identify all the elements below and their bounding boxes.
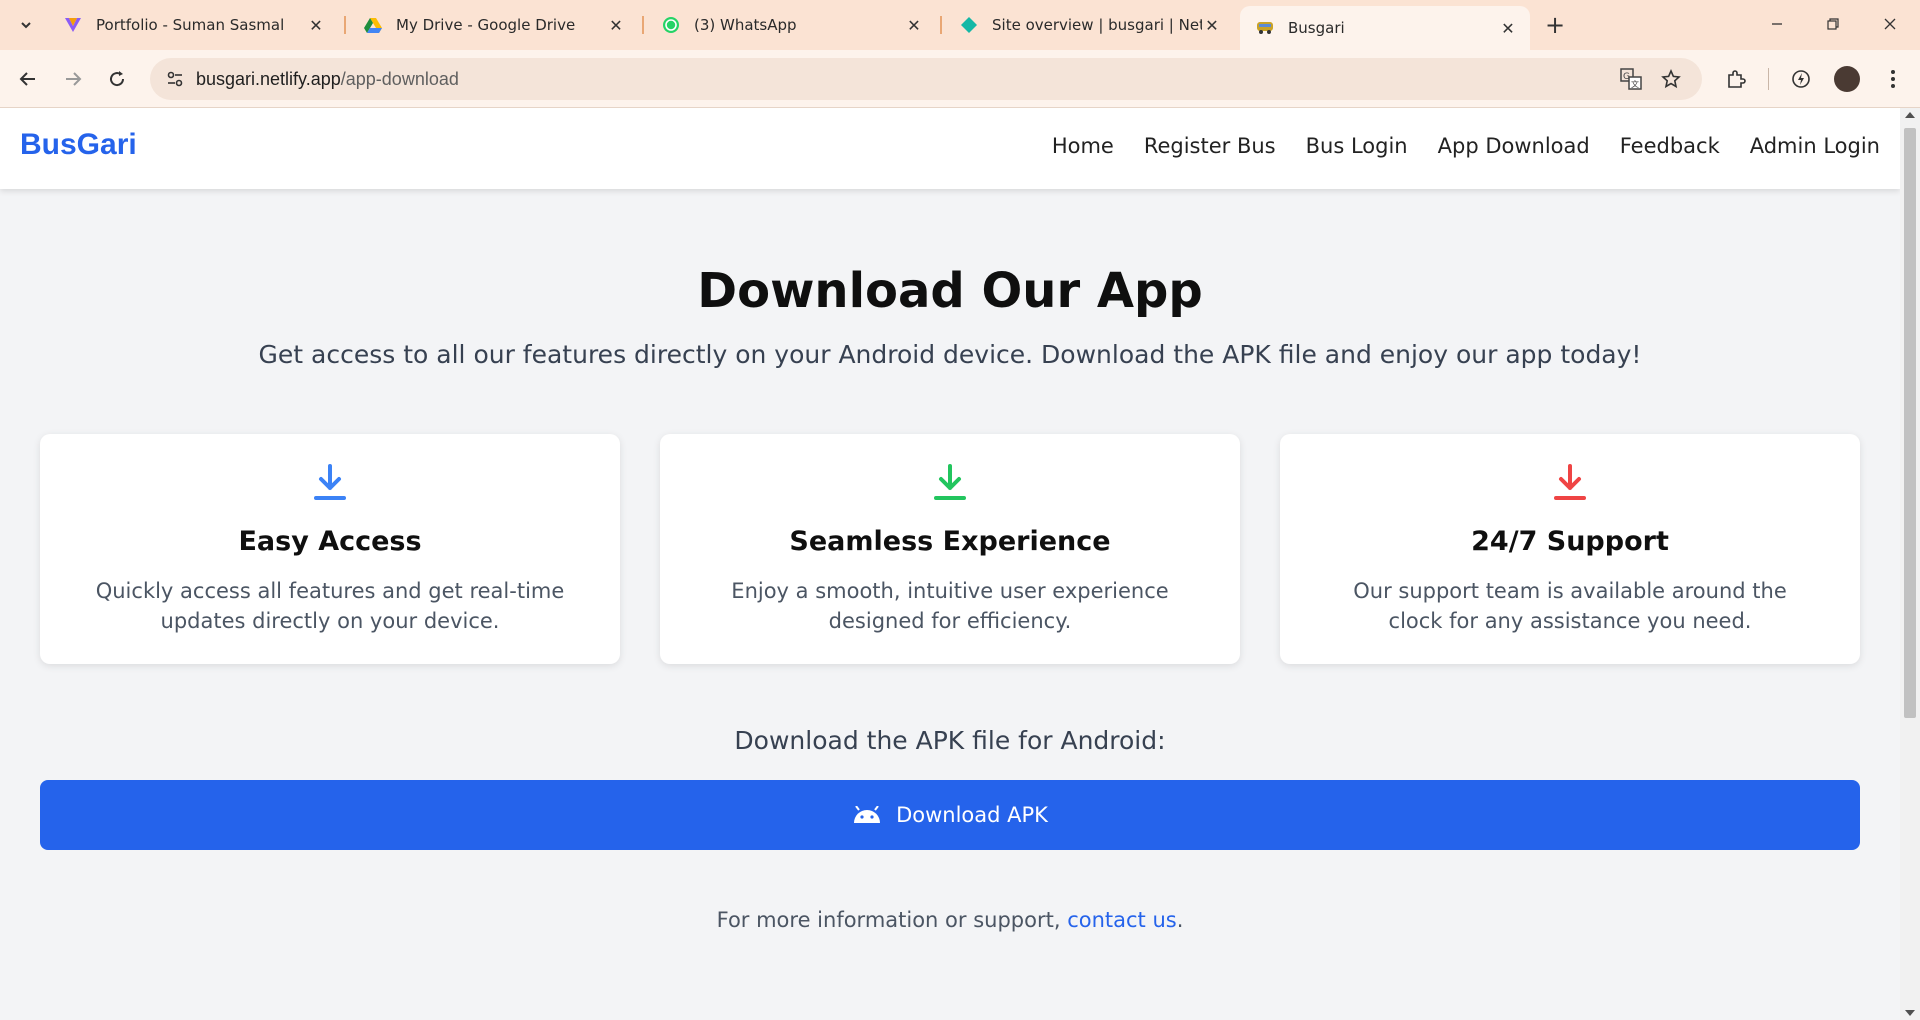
card-title: Seamless Experience: [789, 526, 1111, 557]
download-apk-label: Download APK: [896, 803, 1048, 827]
tab-separator: [642, 16, 644, 34]
feature-card-seamless-experience: Seamless Experience Enjoy a smooth, intu…: [660, 434, 1240, 664]
nav-register-bus[interactable]: Register Bus: [1144, 134, 1276, 158]
svg-text:文: 文: [1631, 79, 1639, 89]
arrow-left-icon: [19, 72, 35, 86]
tab-title: Site overview | busgari | Netlify: [992, 16, 1202, 34]
tab-busgari[interactable]: Busgari ✕: [1240, 6, 1530, 50]
performance-button[interactable]: [1784, 62, 1818, 96]
close-icon[interactable]: ✕: [306, 15, 326, 35]
site-navbar: BusGari Home Register Bus Bus Login App …: [0, 108, 1900, 189]
new-tab-button[interactable]: +: [1540, 10, 1570, 40]
nav-feedback[interactable]: Feedback: [1620, 134, 1720, 158]
feature-card-easy-access: Easy Access Quickly access all features …: [40, 434, 620, 664]
restore-button[interactable]: [1813, 8, 1853, 40]
brand-logo[interactable]: BusGari: [20, 128, 137, 162]
card-text: Quickly access all features and get real…: [95, 579, 565, 633]
card-title: Easy Access: [238, 526, 422, 557]
scrollbar-thumb[interactable]: [1904, 128, 1916, 718]
avatar: [1834, 66, 1860, 92]
browser-toolbar: busgari.netlify.app/app-download G文: [0, 50, 1920, 108]
card-text: Our support team is available around the…: [1353, 579, 1787, 633]
page-title: Download Our App: [697, 263, 1203, 319]
card-title: 24/7 Support: [1471, 526, 1669, 557]
close-icon[interactable]: ✕: [1498, 18, 1518, 38]
speedometer-icon: [1792, 70, 1810, 88]
android-icon: [854, 806, 881, 823]
download-icon: [40, 464, 620, 504]
bus-icon: [1256, 19, 1274, 37]
reload-button[interactable]: [100, 62, 134, 96]
tab-title: Portfolio - Suman Sasmal: [96, 16, 285, 34]
tab-netlify[interactable]: Site overview | busgari | Netlify ✕: [944, 8, 1234, 42]
tab-title: Busgari: [1288, 19, 1345, 37]
back-button[interactable]: [11, 62, 45, 96]
close-icon[interactable]: ✕: [904, 15, 924, 35]
browser-menu-button[interactable]: [1876, 62, 1910, 96]
bookmark-star-icon[interactable]: [1656, 64, 1686, 94]
google-drive-icon: [364, 16, 382, 34]
nav-admin-login[interactable]: Admin Login: [1750, 134, 1880, 158]
contact-us-link[interactable]: contact us: [1067, 908, 1177, 932]
restore-icon: [1827, 18, 1839, 30]
tab-title: My Drive - Google Drive: [396, 16, 576, 34]
nav-home[interactable]: Home: [1052, 134, 1114, 158]
forward-button[interactable]: [56, 62, 90, 96]
minimize-icon: [1772, 23, 1782, 25]
nav-bus-login[interactable]: Bus Login: [1306, 134, 1408, 158]
extensions-button[interactable]: [1719, 62, 1753, 96]
tab-title: (3) WhatsApp: [694, 16, 797, 34]
more-vertical-icon: [1891, 70, 1895, 88]
close-icon[interactable]: ✕: [1202, 15, 1222, 35]
browser-tab-bar: Portfolio - Suman Sasmal ✕ My Drive - Go…: [0, 0, 1920, 50]
profile-button[interactable]: [1830, 62, 1864, 96]
chevron-down-icon: [21, 22, 31, 29]
page-viewport: BusGari Home Register Bus Bus Login App …: [0, 108, 1900, 1020]
close-icon[interactable]: ✕: [606, 15, 626, 35]
netlify-icon: [960, 16, 978, 34]
tab-separator: [940, 16, 942, 34]
apk-label: Download the APK file for Android:: [734, 726, 1166, 755]
page-subtitle: Get access to all our features directly …: [258, 340, 1642, 369]
minimize-button[interactable]: [1757, 8, 1797, 40]
scroll-down-icon[interactable]: [1905, 1010, 1915, 1016]
toolbar-divider: [1768, 68, 1769, 90]
card-text: Enjoy a smooth, intuitive user experienc…: [731, 579, 1169, 633]
tab-google-drive[interactable]: My Drive - Google Drive ✕: [348, 8, 638, 42]
url-text: busgari.netlify.app/app-download: [196, 69, 459, 89]
tab-whatsapp[interactable]: (3) WhatsApp ✕: [646, 8, 936, 42]
footer-support-text: For more information or support, contact…: [716, 908, 1184, 932]
tab-portfolio[interactable]: Portfolio - Suman Sasmal ✕: [48, 8, 338, 42]
reload-icon: [110, 71, 125, 87]
nav-app-download[interactable]: App Download: [1438, 134, 1590, 158]
nav-links: Home Register Bus Bus Login App Download…: [1052, 134, 1880, 158]
download-icon: [660, 464, 1240, 504]
tab-separator: [344, 16, 346, 34]
page-scrollbar[interactable]: [1900, 108, 1920, 1020]
download-apk-button[interactable]: Download APK: [40, 780, 1860, 850]
close-window-button[interactable]: [1870, 8, 1910, 40]
puzzle-icon: [1728, 70, 1746, 88]
arrow-right-icon: [66, 72, 82, 86]
address-bar[interactable]: busgari.netlify.app/app-download G文: [150, 58, 1702, 100]
close-icon: [1884, 18, 1896, 30]
portfolio-v-icon: [64, 16, 82, 34]
translate-icon[interactable]: G文: [1616, 64, 1646, 94]
tab-search-button[interactable]: [10, 9, 42, 41]
feature-card-support: 24/7 Support Our support team is availab…: [1280, 434, 1860, 664]
scroll-up-icon[interactable]: [1905, 112, 1915, 118]
site-settings-icon[interactable]: [160, 64, 190, 94]
whatsapp-icon: [662, 16, 680, 34]
download-icon: [1280, 464, 1860, 504]
